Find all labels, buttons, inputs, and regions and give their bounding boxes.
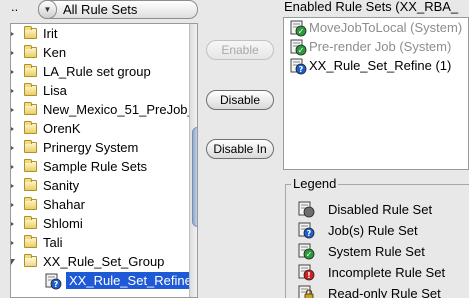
folder-icon — [24, 102, 37, 115]
job-rule-set-icon: ? — [298, 222, 315, 239]
enabled-ruleset-label: XX_Rule_Set_Refine (1) — [309, 58, 452, 73]
svg-text:✓: ✓ — [298, 46, 305, 55]
chevron-down-icon[interactable]: ▼ — [38, 0, 57, 19]
svg-text:?: ? — [299, 65, 304, 74]
svg-text:!: ! — [307, 271, 311, 280]
tree-folder-row[interactable]: Shahar — [11, 195, 197, 214]
tree-folder-label: Sanity — [43, 178, 80, 193]
tree-folder-label: New_Mexico_51_PreJob_ — [43, 102, 195, 117]
tree-folder-row[interactable]: Irit — [11, 24, 197, 43]
tree-folder-row[interactable]: Tali — [11, 233, 197, 252]
enable-button[interactable]: Enable — [206, 40, 274, 60]
enabled-ruleset-label: MoveJobToLocal (System) — [309, 20, 463, 35]
job-rule-set-icon: ? — [45, 273, 62, 290]
folder-icon — [24, 216, 37, 229]
incomplete-rule-set-icon: ! — [298, 264, 315, 281]
tree-folder-row[interactable]: Sample Rule Sets — [11, 157, 197, 176]
folder-icon — [24, 235, 37, 248]
folder-icon — [24, 254, 37, 267]
svg-text:✓: ✓ — [306, 250, 313, 259]
folder-icon — [24, 26, 37, 39]
tree-folder-row[interactable]: Ken — [11, 43, 197, 62]
svg-text:✓: ✓ — [298, 27, 305, 36]
enabled-rulesets-list[interactable]: ✓ MoveJobToLocal (System) ✓ Pre-render Job … — [283, 17, 469, 170]
legend-item-label: Job(s) Rule Set — [328, 223, 418, 238]
tree-ruleset-row-selected[interactable]: ? XX_Rule_Set_Refine — [11, 271, 197, 290]
disclosure-closed-icon[interactable] — [10, 201, 15, 209]
tree-folder-row[interactable]: New_Mexico_51_PreJob_ — [11, 100, 197, 119]
tree-folder-label: Lisa — [43, 83, 67, 98]
legend-title: Legend — [291, 176, 339, 192]
legend-item-label: Disabled Rule Set — [328, 202, 433, 217]
disclosure-closed-icon[interactable] — [10, 49, 15, 57]
disabled-rule-set-icon — [298, 201, 315, 218]
tree-folder-label: Irit — [43, 26, 58, 41]
disclosure-closed-icon[interactable] — [10, 163, 15, 171]
folder-icon — [24, 197, 37, 210]
disable-in-button[interactable]: Disable In — [206, 139, 274, 159]
svg-text:?: ? — [307, 229, 312, 238]
tree-folder-label: Ken — [43, 45, 67, 60]
path-indicator: .. — [11, 0, 19, 14]
legend-item-label: Incomplete Rule Set — [328, 265, 446, 280]
tree-folder-label: Tali — [43, 235, 63, 250]
tree-scroll-thumb[interactable] — [192, 127, 197, 227]
ruleset-filter-select[interactable]: ▼ All Rule Sets — [38, 0, 198, 19]
disable-button[interactable]: Disable — [206, 90, 274, 110]
tree-scrollbar[interactable] — [189, 24, 197, 297]
folder-icon — [24, 64, 37, 77]
tree-folder-label: XX_Rule_Set_Group — [43, 254, 165, 269]
tree-folder-row[interactable]: OrenK — [11, 119, 197, 138]
enabled-ruleset-row[interactable]: ✓ Pre-render Job (System) — [284, 37, 468, 56]
folder-icon — [24, 121, 37, 134]
svg-text:?: ? — [54, 280, 59, 289]
disclosure-closed-icon[interactable] — [10, 239, 15, 247]
tree-folder-label: Shahar — [43, 197, 85, 212]
system-rule-set-icon: ✓ — [290, 39, 307, 56]
tree-folder-row[interactable]: LA_Rule set group — [11, 62, 197, 81]
folder-icon — [24, 45, 37, 58]
tree-folder-row[interactable]: Prinergy System — [11, 138, 197, 157]
folder-icon — [24, 159, 37, 172]
disclosure-open-icon[interactable] — [10, 258, 15, 266]
tree-folder-row[interactable]: Shlomi — [11, 214, 197, 233]
enabled-ruleset-label: Pre-render Job (System) — [309, 39, 452, 54]
legend-item-label: Read-only Rule Set — [328, 286, 441, 298]
tree-folder-label: Shlomi — [43, 216, 83, 231]
ruleset-tree[interactable]: Irit Ken LA_Rule set group Lisa New_Mexico_5… — [10, 23, 198, 298]
folder-icon — [24, 140, 37, 153]
disclosure-closed-icon[interactable] — [10, 125, 15, 133]
system-rule-set-icon: ✓ — [290, 20, 307, 37]
tree-folder-label: OrenK — [43, 121, 81, 136]
disclosure-closed-icon[interactable] — [10, 87, 15, 95]
tree-folder-row[interactable]: Lisa — [11, 81, 197, 100]
enabled-ruleset-row[interactable]: ✓ MoveJobToLocal (System) — [284, 18, 468, 37]
folder-icon — [24, 178, 37, 191]
disclosure-closed-icon[interactable] — [10, 220, 15, 228]
ruleset-filter-value: All Rule Sets — [63, 2, 138, 17]
system-rule-set-icon: ✓ — [298, 243, 315, 260]
enabled-rulesets-title: Enabled Rule Sets (XX_RBA_ — [284, 0, 459, 14]
tree-folder-label: Prinergy System — [43, 140, 139, 155]
disclosure-closed-icon[interactable] — [10, 30, 15, 38]
tree-folder-label: Sample Rule Sets — [43, 159, 148, 174]
tree-ruleset-label: XX_Rule_Set_Refine — [66, 272, 195, 289]
enabled-ruleset-row[interactable]: ? XX_Rule_Set_Refine (1) — [284, 56, 468, 75]
job-rule-set-icon: ? — [290, 58, 307, 75]
disclosure-closed-icon[interactable] — [10, 106, 15, 114]
disclosure-closed-icon[interactable] — [10, 144, 15, 152]
disclosure-closed-icon[interactable] — [10, 182, 15, 190]
tree-folder-row[interactable]: XX_Rule_Set_Group — [11, 252, 197, 271]
read-only-rule-set-icon — [298, 285, 314, 298]
tree-folder-row[interactable]: Sanity — [11, 176, 197, 195]
folder-icon — [24, 83, 37, 96]
tree-folder-label: LA_Rule set group — [43, 64, 151, 79]
legend-item-label: System Rule Set — [328, 244, 425, 259]
disclosure-closed-icon[interactable] — [10, 68, 15, 76]
